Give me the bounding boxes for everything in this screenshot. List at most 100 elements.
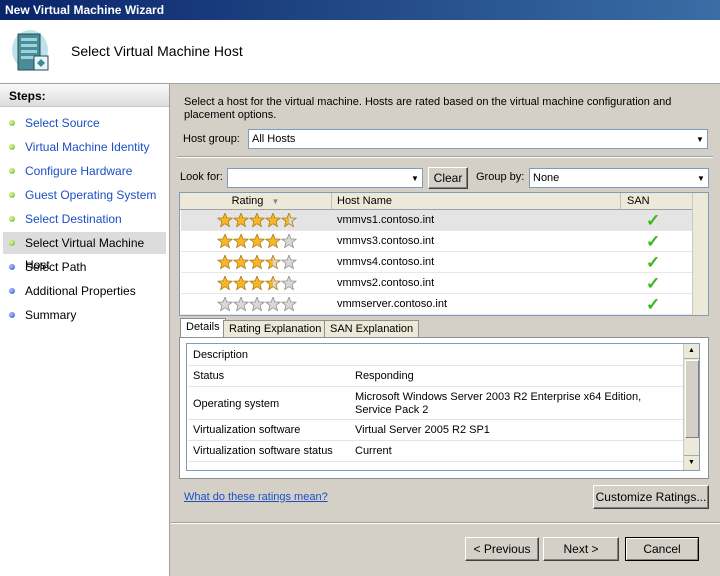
star-icon: [280, 255, 297, 270]
star-icon: [232, 234, 250, 249]
table-row[interactable]: vmmserver.contoso.int ✓: [181, 294, 693, 315]
step-pending-icon: [9, 288, 15, 294]
step-complete-icon: [9, 120, 15, 126]
page-title: Select Virtual Machine Host: [71, 43, 243, 59]
step-pending-icon: [9, 264, 15, 270]
san-check-icon: ✓: [646, 253, 661, 272]
step-guest-os[interactable]: Guest Operating System: [3, 184, 166, 206]
star-icon: [248, 276, 266, 291]
step-label[interactable]: Select Destination: [25, 212, 122, 226]
star-icon: [248, 234, 266, 249]
detail-value: Current: [355, 445, 392, 457]
step-label[interactable]: Virtual Machine Identity: [25, 140, 150, 154]
step-complete-icon: [9, 168, 15, 174]
star-icon: [248, 255, 266, 270]
group-by-dropdown[interactable]: None ▼: [529, 168, 709, 188]
star-icon: [232, 255, 250, 270]
rating-stars-icon: [217, 297, 297, 312]
tab-rating-explanation[interactable]: Rating Explanation: [223, 320, 328, 338]
step-complete-icon: [9, 144, 15, 150]
star-icon: [217, 297, 234, 312]
scroll-up-icon[interactable]: ▲: [684, 344, 699, 359]
column-header-label: Rating: [231, 195, 264, 207]
san-check-icon: ✓: [646, 232, 661, 251]
table-row[interactable]: vmmvs3.contoso.int ✓: [181, 231, 693, 252]
detail-key: Status: [193, 370, 225, 382]
column-header-host-name[interactable]: Host Name: [332, 193, 621, 210]
table-row[interactable]: vmmvs2.contoso.int ✓: [181, 273, 693, 294]
host-group-dropdown[interactable]: All Hosts ▼: [248, 129, 708, 149]
detail-key: Description: [193, 349, 249, 361]
tab-san-explanation[interactable]: SAN Explanation: [324, 320, 420, 338]
table-row[interactable]: vmmvs1.contoso.int ✓: [181, 210, 693, 231]
details-panel: Description Status Responding Operating …: [179, 337, 709, 479]
step-vm-identity[interactable]: Virtual Machine Identity: [3, 136, 166, 158]
clear-button[interactable]: Clear: [428, 167, 468, 189]
step-select-path: Select Path: [3, 256, 166, 278]
server-wizard-icon: [12, 30, 49, 71]
title-bar: New Virtual Machine Wizard: [0, 0, 720, 20]
step-label[interactable]: Guest Operating System: [25, 188, 156, 202]
previous-button[interactable]: < Previous: [465, 537, 539, 561]
chevron-down-icon[interactable]: ▼: [408, 169, 422, 187]
customize-ratings-button[interactable]: Customize Ratings...: [593, 485, 709, 509]
look-for-input[interactable]: ▼: [227, 168, 423, 188]
tab-details[interactable]: Details: [180, 318, 226, 338]
detail-key: Operating system: [193, 398, 280, 410]
divider: [177, 156, 713, 158]
window-title: New Virtual Machine Wizard: [5, 3, 165, 17]
star-icon: [217, 255, 234, 270]
detail-value: Responding: [355, 370, 414, 382]
host-name-cell: vmmvs4.contoso.int: [337, 256, 435, 268]
scroll-down-icon[interactable]: ▼: [684, 455, 699, 470]
step-complete-icon: [9, 216, 15, 222]
chevron-down-icon[interactable]: ▼: [693, 130, 707, 148]
step-label: Select Path: [25, 260, 87, 274]
step-label: Summary: [25, 308, 77, 322]
details-list: Description Status Responding Operating …: [186, 343, 700, 471]
star-icon: [264, 255, 282, 270]
step-additional-properties: Additional Properties: [3, 280, 166, 302]
star-icon: [232, 297, 250, 312]
star-icon: [248, 297, 266, 312]
host-name-cell: vmmserver.contoso.int: [337, 298, 448, 310]
step-label[interactable]: Configure Hardware: [25, 164, 132, 178]
scroll-thumb[interactable]: [685, 360, 699, 438]
host-group-label: Host group:: [183, 133, 240, 145]
steps-sidebar: Steps: Select Source Virtual Machine Ide…: [0, 84, 170, 576]
step-label: Additional Properties: [25, 284, 136, 298]
san-check-icon: ✓: [646, 295, 661, 314]
detail-row-description: Description: [188, 344, 683, 366]
detail-key: Virtualization software: [193, 424, 301, 436]
grid-scrollbar[interactable]: [692, 193, 708, 315]
rating-stars-icon: [217, 276, 297, 291]
details-scrollbar[interactable]: ▲ ▼: [683, 344, 699, 470]
step-label[interactable]: Select Source: [25, 116, 100, 130]
ratings-help-link[interactable]: What do these ratings mean?: [184, 491, 328, 503]
step-select-destination[interactable]: Select Destination: [3, 208, 166, 230]
step-select-source[interactable]: Select Source: [3, 112, 166, 134]
step-current-icon: [9, 240, 15, 246]
column-header-san[interactable]: SAN: [621, 193, 693, 210]
intro-text: Select a host for the virtual machine. H…: [184, 96, 672, 121]
look-for-label: Look for:: [180, 171, 223, 183]
host-grid: Rating ▼ Host Name SAN vmmvs1.contoso.in…: [179, 192, 709, 316]
step-configure-hardware[interactable]: Configure Hardware: [3, 160, 166, 182]
chevron-down-icon[interactable]: ▼: [694, 169, 708, 187]
next-button[interactable]: Next >: [543, 537, 619, 561]
host-group-value: All Hosts: [252, 133, 296, 145]
column-header-rating[interactable]: Rating ▼: [180, 193, 332, 210]
main-content: Select a host for the virtual machine. H…: [171, 84, 720, 576]
rating-stars-icon: [217, 213, 297, 228]
star-icon: [217, 234, 234, 249]
star-icon: [232, 213, 250, 228]
wizard-header: Select Virtual Machine Host: [0, 20, 720, 84]
table-row[interactable]: vmmvs4.contoso.int ✓: [181, 252, 693, 273]
cancel-button[interactable]: Cancel: [625, 537, 699, 561]
star-icon: [264, 213, 282, 228]
host-name-cell: vmmvs3.contoso.int: [337, 235, 435, 247]
detail-row-virtualization-status: Virtualization software status Current: [188, 441, 683, 462]
sort-down-icon: ▼: [271, 197, 280, 206]
host-name-cell: vmmvs2.contoso.int: [337, 277, 435, 289]
star-icon: [232, 276, 250, 291]
